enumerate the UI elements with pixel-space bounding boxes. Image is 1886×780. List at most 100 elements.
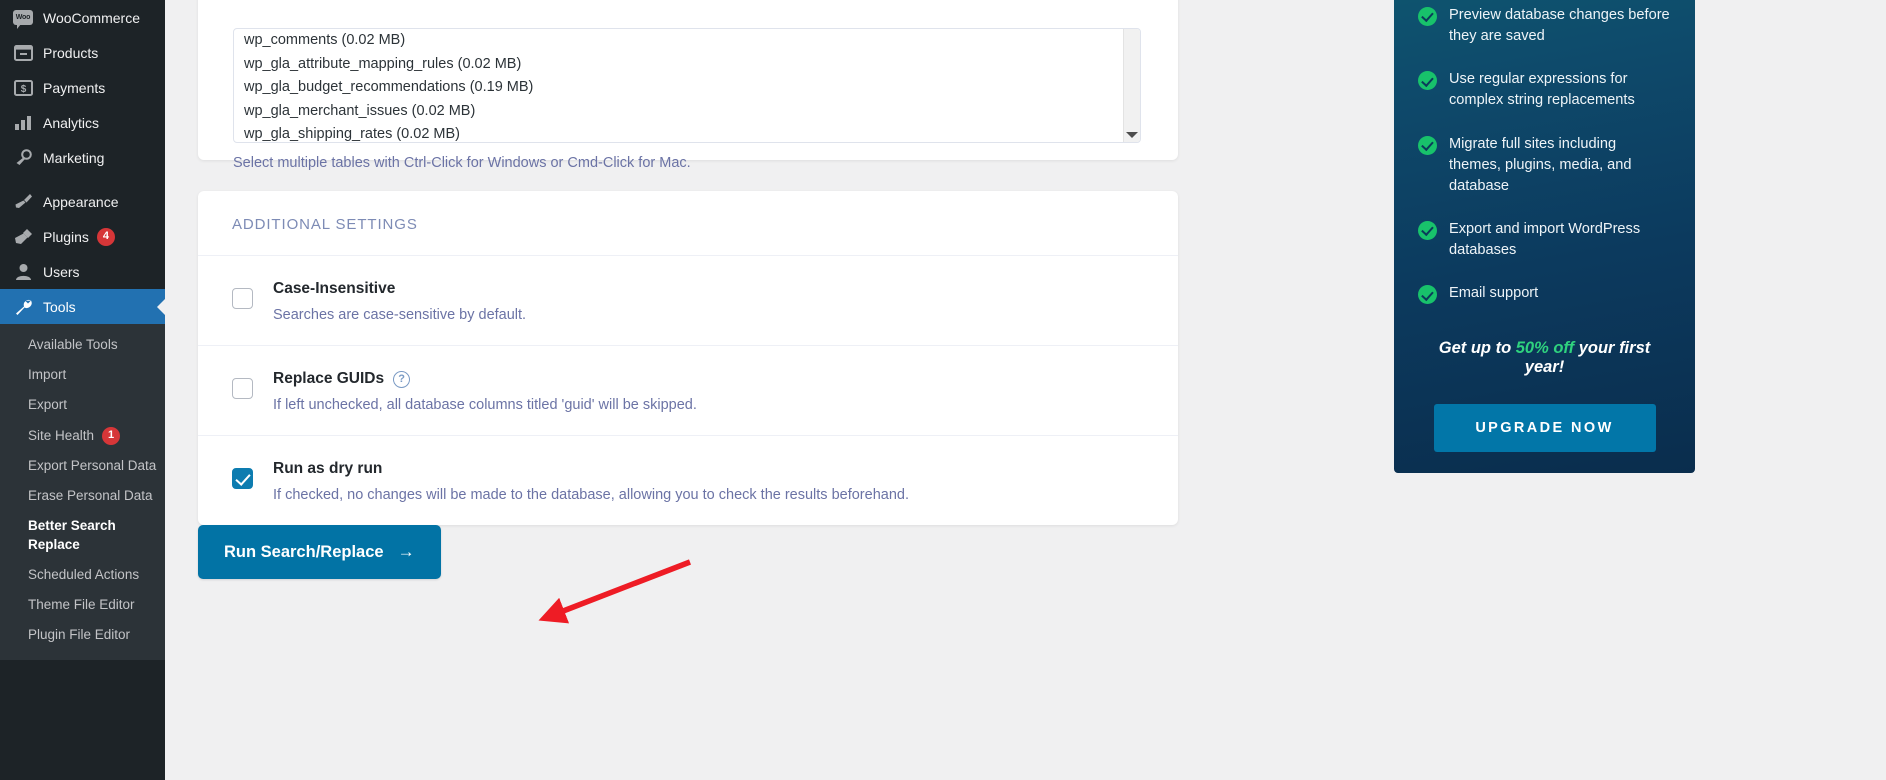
tools-submenu: Available Tools Import Export Site Healt… [0, 324, 165, 661]
submenu-item-available-tools[interactable]: Available Tools [0, 330, 165, 360]
sidebar-item-analytics[interactable]: Analytics [0, 105, 165, 140]
promo-offer-text: Get up to 50% off your first year! [1418, 339, 1671, 377]
list-item[interactable]: wp_gla_shipping_rates (0.02 MB) [234, 123, 1140, 142]
list-item[interactable]: wp_gla_budget_recommendations (0.19 MB) [234, 76, 1140, 100]
additional-settings-card: ADDITIONAL SETTINGS Case-Insensitive Sea… [198, 191, 1178, 525]
submenu-item-label: Import [28, 367, 67, 383]
help-icon[interactable]: ? [393, 370, 411, 388]
promo-offer-percent: 50% off [1515, 338, 1575, 357]
sidebar-item-label: Tools [43, 298, 76, 315]
upgrade-now-button[interactable]: UPGRADE NOW [1433, 403, 1656, 452]
replace-guids-checkbox[interactable] [232, 378, 253, 399]
sidebar-item-woocommerce[interactable]: Woo WooCommerce [0, 0, 165, 35]
submenu-item-label: Scheduled Actions [28, 566, 140, 582]
promo-offer-prefix: Get up to [1438, 338, 1516, 357]
svg-text:$: $ [20, 84, 26, 95]
submenu-item-better-search-replace[interactable]: Better Search Replace [0, 511, 165, 559]
check-circle-icon [1418, 221, 1437, 241]
submenu-item-label: Available Tools [28, 337, 118, 352]
tables-listbox-scrollbar[interactable] [1123, 29, 1140, 142]
submenu-item-export[interactable]: Export [0, 390, 165, 420]
promo-feature-label: Migrate full sites including themes, plu… [1449, 135, 1632, 194]
setting-title-label: Run as dry run [273, 460, 383, 477]
arrow-right-icon: → [397, 542, 415, 561]
products-icon [12, 43, 34, 63]
sidebar-item-label: Products [43, 44, 99, 61]
submenu-item-import[interactable]: Import [0, 360, 165, 390]
submenu-item-plugin-file-editor[interactable]: Plugin File Editor [0, 620, 165, 650]
setting-description: Searches are case-sensitive by default. [273, 307, 527, 323]
sidebar-item-label: Plugins [43, 228, 89, 245]
sidebar-item-appearance[interactable]: Appearance [0, 184, 165, 219]
sidebar-item-plugins[interactable]: Plugins 4 [0, 219, 165, 254]
sidebar-item-label: Marketing [43, 149, 105, 166]
check-circle-icon [1418, 7, 1437, 26]
promo-feature-label: Preview database changes before they are… [1449, 7, 1670, 45]
list-item: Email support [1418, 283, 1671, 305]
list-item: Export and import WordPress databases [1418, 219, 1671, 261]
tables-hint-text: Select multiple tables with Ctrl-Click f… [233, 155, 691, 171]
check-circle-icon [1418, 71, 1437, 91]
sidebar-item-tools[interactable]: Tools [0, 289, 165, 324]
submenu-item-label: Better Search Replace [28, 518, 116, 552]
submenu-item-scheduled-actions[interactable]: Scheduled Actions [0, 560, 165, 590]
submenu-item-site-health[interactable]: Site Health 1 [0, 421, 165, 451]
setting-title-label: Case-Insensitive [273, 280, 396, 297]
submenu-item-theme-file-editor[interactable]: Theme File Editor [0, 590, 165, 620]
check-circle-icon [1418, 135, 1437, 155]
screen-root: Woo WooCommerce Products $ Payments Anal… [0, 0, 1886, 780]
submenu-item-export-personal-data[interactable]: Export Personal Data [0, 451, 165, 481]
sidebar-item-label: Payments [43, 79, 106, 96]
sidebar-item-payments[interactable]: $ Payments [0, 70, 165, 105]
tools-wrench-icon [12, 297, 34, 317]
setting-row-dry-run: Run as dry run If checked, no changes wi… [198, 436, 1178, 525]
sidebar-separator [0, 175, 165, 184]
submenu-item-label: Plugin File Editor [28, 627, 131, 643]
list-item[interactable]: wp_comments (0.02 MB) [234, 29, 1140, 53]
sidebar-item-label: Analytics [43, 114, 100, 131]
tables-listbox[interactable]: wp_comments (0.02 MB) wp_gla_attribute_m… [233, 28, 1141, 143]
setting-description: If left unchecked, all database columns … [273, 397, 697, 413]
sidebar-item-users[interactable]: Users [0, 254, 165, 289]
list-item[interactable]: wp_gla_attribute_mapping_rules (0.02 MB) [234, 53, 1140, 77]
site-health-badge: 1 [102, 426, 121, 445]
sidebar-item-products[interactable]: Products [0, 35, 165, 70]
run-search-replace-label: Run Search/Replace [224, 542, 384, 561]
woocommerce-icon: Woo [12, 8, 34, 29]
payments-icon: $ [12, 78, 34, 98]
submenu-item-label: Site Health [28, 427, 95, 443]
list-item: Use regular expressions for complex stri… [1418, 69, 1671, 111]
submenu-item-label: Export [28, 397, 68, 413]
sidebar-item-label: Appearance [43, 193, 119, 210]
chevron-down-icon[interactable] [1126, 132, 1138, 138]
list-item: Migrate full sites including themes, plu… [1418, 134, 1671, 197]
promo-feature-label: Use regular expressions for complex stri… [1449, 71, 1635, 109]
check-circle-icon [1418, 285, 1437, 305]
appearance-brush-icon [12, 192, 34, 212]
sidebar-item-label: Users [43, 263, 80, 280]
case-insensitive-checkbox[interactable] [232, 288, 253, 309]
list-item[interactable]: wp_gla_merchant_issues (0.02 MB) [234, 100, 1140, 124]
setting-row-replace-guids: Replace GUIDs ? If left unchecked, all d… [198, 346, 1178, 436]
submenu-item-erase-personal-data[interactable]: Erase Personal Data [0, 481, 165, 511]
sidebar-item-marketing[interactable]: Marketing [0, 140, 165, 175]
main-content: wp_comments (0.02 MB) wp_gla_attribute_m… [165, 0, 1886, 780]
plugins-update-badge: 4 [96, 227, 115, 246]
users-icon [12, 262, 34, 282]
promo-feature-label: Email support [1449, 285, 1539, 302]
list-item: Preview database changes before they are… [1418, 5, 1671, 47]
upgrade-promo-panel: Preview database changes before they are… [1394, 0, 1695, 473]
submenu-item-label: Export Personal Data [28, 457, 157, 473]
plugins-plug-icon [12, 227, 34, 247]
promo-feature-label: Export and import WordPress databases [1449, 221, 1641, 259]
setting-description: If checked, no changes will be made to t… [273, 487, 909, 503]
additional-settings-title: ADDITIONAL SETTINGS [198, 191, 1178, 256]
select-tables-card: wp_comments (0.02 MB) wp_gla_attribute_m… [198, 0, 1178, 171]
admin-sidebar: Woo WooCommerce Products $ Payments Anal… [0, 0, 165, 780]
submenu-item-label: Theme File Editor [28, 596, 135, 612]
dry-run-checkbox[interactable] [232, 468, 253, 489]
run-search-replace-button[interactable]: Run Search/Replace → [198, 525, 441, 579]
submenu-item-label: Erase Personal Data [28, 488, 153, 504]
setting-title-label: Replace GUIDs [273, 370, 385, 387]
promo-feature-list: Preview database changes before they are… [1418, 0, 1671, 305]
